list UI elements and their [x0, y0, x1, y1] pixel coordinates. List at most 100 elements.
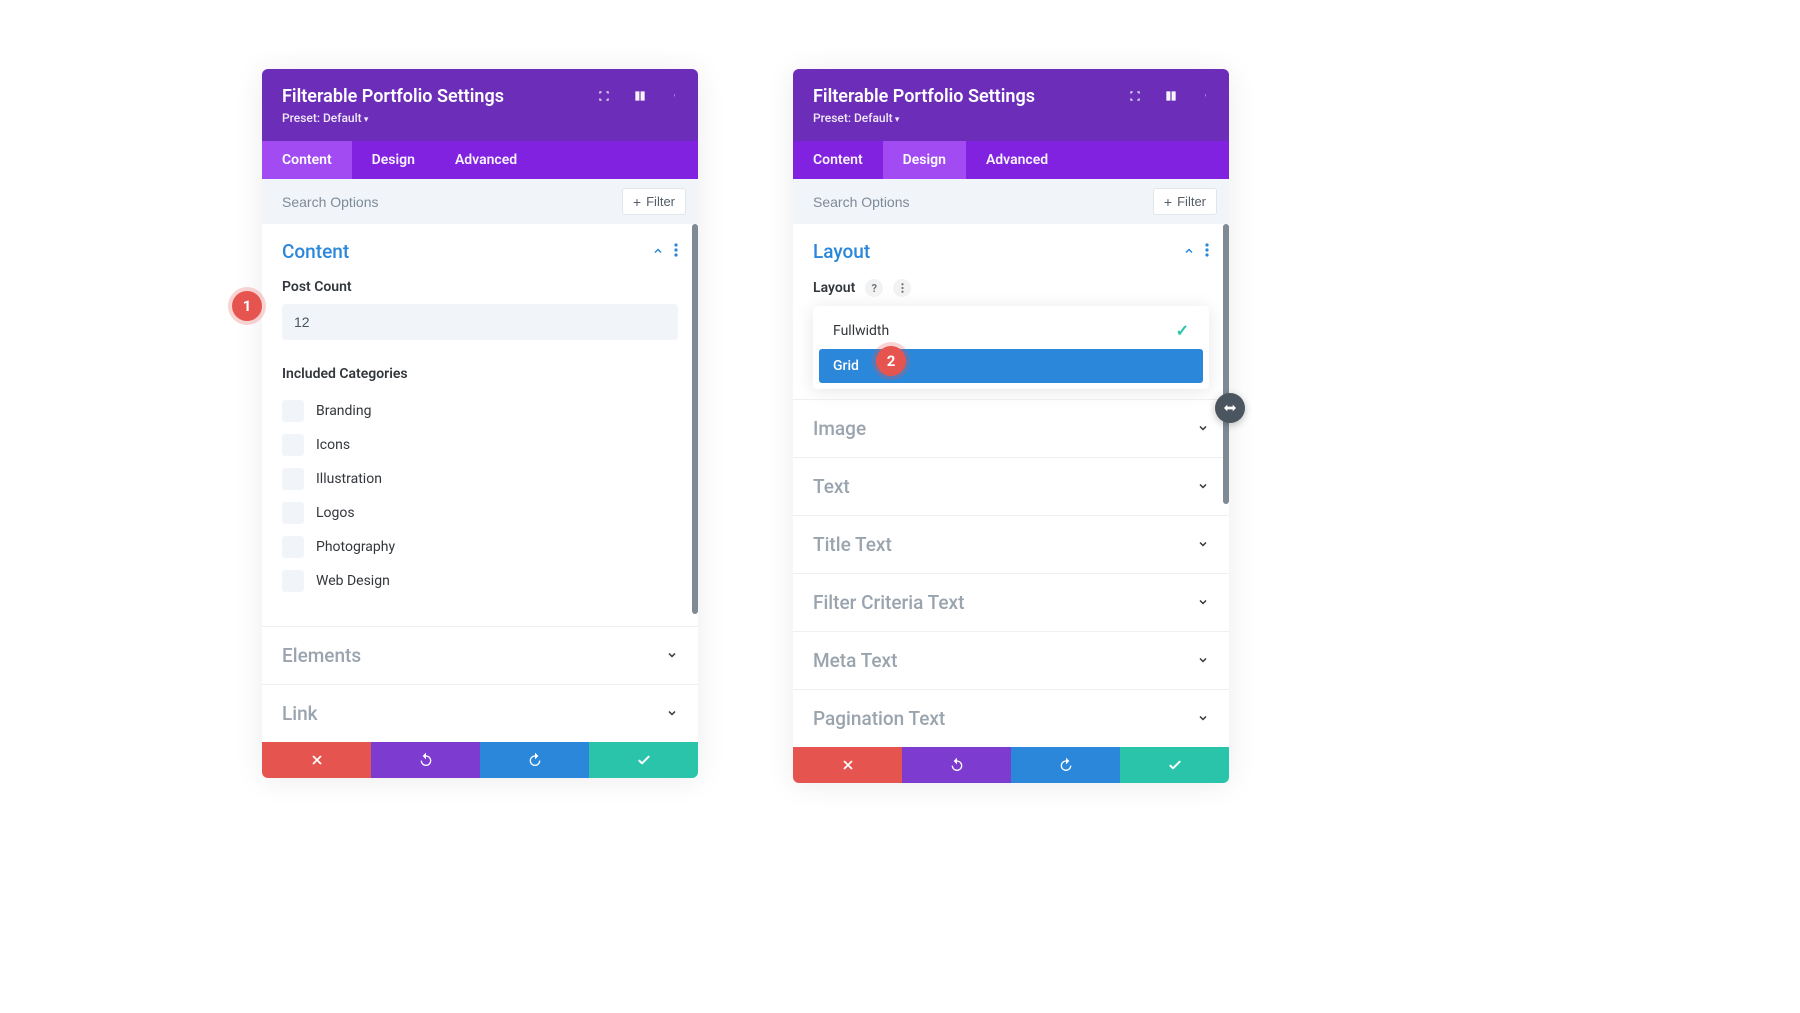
confirm-button[interactable] [589, 742, 698, 778]
included-categories-label: Included Categories [262, 366, 698, 382]
chevron-down-icon [1197, 477, 1209, 496]
preset-selector[interactable]: Preset: Default [813, 111, 1209, 125]
category-row: Illustration [262, 462, 698, 496]
category-row: Photography [262, 530, 698, 564]
panel-footer [793, 747, 1229, 783]
panel-footer [262, 742, 698, 778]
expand-icon[interactable] [596, 88, 612, 104]
plus-icon: + [633, 195, 641, 209]
tabs: Content Design Advanced [262, 141, 698, 179]
scrollbar[interactable] [1223, 224, 1229, 504]
category-name: Web Design [316, 573, 390, 589]
chevron-down-icon [666, 704, 678, 723]
category-checkbox[interactable] [282, 536, 304, 558]
tab-content[interactable]: Content [262, 141, 352, 179]
undo-button[interactable] [371, 742, 480, 778]
filter-button[interactable]: +Filter [1153, 188, 1217, 215]
redo-button[interactable] [480, 742, 589, 778]
section-image-title: Image [813, 417, 866, 440]
cancel-button[interactable] [262, 742, 371, 778]
tab-design[interactable]: Design [883, 141, 966, 179]
scrollbar[interactable] [692, 224, 698, 614]
section-elements-title: Elements [282, 644, 361, 667]
section-content-title: Content [282, 240, 349, 263]
tab-advanced[interactable]: Advanced [966, 141, 1068, 179]
category-name: Branding [316, 403, 371, 419]
callout-badge-1: 1 [232, 291, 262, 321]
option-fullwidth-label: Fullwidth [833, 323, 889, 339]
confirm-button[interactable] [1120, 747, 1229, 783]
category-row: Icons [262, 428, 698, 462]
redo-button[interactable] [1011, 747, 1120, 783]
search-input[interactable] [813, 194, 1153, 210]
section-link[interactable]: Link [262, 684, 698, 742]
resize-handle[interactable] [1215, 393, 1245, 423]
chevron-up-icon [1183, 242, 1195, 261]
section-filter-criteria-title: Filter Criteria Text [813, 591, 964, 614]
search-input[interactable] [282, 194, 622, 210]
layout-field-label: Layout ? [793, 279, 1229, 297]
tab-advanced[interactable]: Advanced [435, 141, 537, 179]
callout-badge-2: 2 [876, 346, 906, 376]
chevron-down-icon [1197, 419, 1209, 438]
columns-icon[interactable] [632, 88, 648, 104]
filter-button[interactable]: +Filter [622, 188, 686, 215]
layout-dropdown[interactable]: Fullwidth ✓ Grid [813, 306, 1209, 389]
search-row: +Filter [262, 179, 698, 224]
category-name: Icons [316, 437, 350, 453]
section-pagination-text-title: Pagination Text [813, 707, 945, 730]
field-more-icon[interactable] [893, 279, 911, 297]
section-content[interactable]: Content [262, 224, 698, 279]
category-row: Branding [262, 394, 698, 428]
layout-field-text: Layout [813, 280, 855, 296]
section-more-icon[interactable] [1205, 242, 1209, 261]
undo-button[interactable] [902, 747, 1011, 783]
option-fullwidth[interactable]: Fullwidth ✓ [819, 312, 1203, 349]
search-row: +Filter [793, 179, 1229, 224]
category-checkbox[interactable] [282, 502, 304, 524]
section-filter-criteria-text[interactable]: Filter Criteria Text [793, 573, 1229, 631]
section-title-text[interactable]: Title Text [793, 515, 1229, 573]
section-title-text-title: Title Text [813, 533, 892, 556]
category-checkbox[interactable] [282, 570, 304, 592]
filter-label: Filter [1177, 194, 1206, 209]
post-count-input[interactable] [282, 304, 678, 340]
category-checkbox[interactable] [282, 434, 304, 456]
category-row: Logos [262, 496, 698, 530]
check-icon: ✓ [1176, 321, 1189, 340]
panel-header: Filterable Portfolio Settings Preset: De… [262, 69, 698, 141]
section-text-title: Text [813, 475, 850, 498]
section-elements[interactable]: Elements [262, 626, 698, 684]
header-icons [1127, 88, 1215, 104]
tabs: Content Design Advanced [793, 141, 1229, 179]
section-meta-text-title: Meta Text [813, 649, 897, 672]
panel-header: Filterable Portfolio Settings Preset: De… [793, 69, 1229, 141]
section-meta-text[interactable]: Meta Text [793, 631, 1229, 689]
chevron-down-icon [1197, 709, 1209, 728]
chevron-up-icon [652, 242, 664, 261]
tab-content[interactable]: Content [793, 141, 883, 179]
header-icons [596, 88, 684, 104]
section-text[interactable]: Text [793, 457, 1229, 515]
settings-panel-content: Filterable Portfolio Settings Preset: De… [262, 69, 698, 778]
more-icon[interactable] [668, 88, 684, 104]
section-more-icon[interactable] [674, 242, 678, 261]
category-checkbox[interactable] [282, 468, 304, 490]
cancel-button[interactable] [793, 747, 902, 783]
chevron-down-icon [1197, 593, 1209, 612]
category-name: Logos [316, 505, 355, 521]
columns-icon[interactable] [1163, 88, 1179, 104]
section-link-title: Link [282, 702, 318, 725]
expand-icon[interactable] [1127, 88, 1143, 104]
section-pagination-text[interactable]: Pagination Text [793, 689, 1229, 747]
settings-panel-design: Filterable Portfolio Settings Preset: De… [793, 69, 1229, 783]
category-name: Illustration [316, 471, 382, 487]
more-icon[interactable] [1199, 88, 1215, 104]
category-row: Web Design [262, 564, 698, 598]
help-icon[interactable]: ? [865, 279, 883, 297]
preset-selector[interactable]: Preset: Default [282, 111, 678, 125]
category-checkbox[interactable] [282, 400, 304, 422]
section-image[interactable]: Image [793, 399, 1229, 457]
tab-design[interactable]: Design [352, 141, 435, 179]
section-layout[interactable]: Layout [793, 224, 1229, 279]
